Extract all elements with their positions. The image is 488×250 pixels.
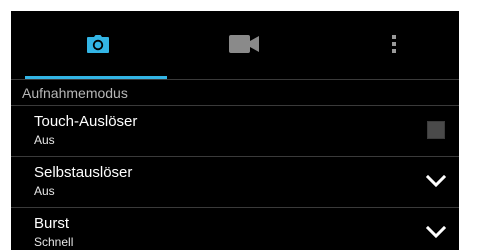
setting-title: Selbstauslöser xyxy=(34,164,133,181)
setting-title: Burst xyxy=(34,215,70,232)
camera-icon xyxy=(87,35,109,53)
setting-value: Aus xyxy=(34,184,55,198)
tab-more[interactable] xyxy=(319,11,459,77)
tab-video[interactable] xyxy=(169,11,319,77)
setting-value: Schnell xyxy=(34,235,74,249)
setting-row-self-timer[interactable]: Selbstauslöser Aus xyxy=(11,156,459,207)
setting-row-burst[interactable]: Burst Schnell xyxy=(11,207,459,250)
setting-title: Touch-Auslöser xyxy=(34,113,138,130)
video-camera-icon xyxy=(229,35,259,53)
tab-camera[interactable] xyxy=(27,11,169,77)
section-header: Aufnahmemodus xyxy=(11,79,459,105)
touch-shutter-checkbox[interactable] xyxy=(427,121,445,139)
chevron-down-icon[interactable] xyxy=(425,225,447,239)
settings-tab-bar xyxy=(11,11,459,79)
setting-value: Aus xyxy=(34,133,55,147)
more-vertical-icon xyxy=(392,35,396,53)
camera-settings-panel: Aufnahmemodus Touch-Auslöser Aus Selbsta… xyxy=(11,11,459,250)
section-title: Aufnahmemodus xyxy=(22,85,128,101)
setting-row-touch-shutter[interactable]: Touch-Auslöser Aus xyxy=(11,105,459,156)
chevron-down-icon[interactable] xyxy=(425,174,447,188)
